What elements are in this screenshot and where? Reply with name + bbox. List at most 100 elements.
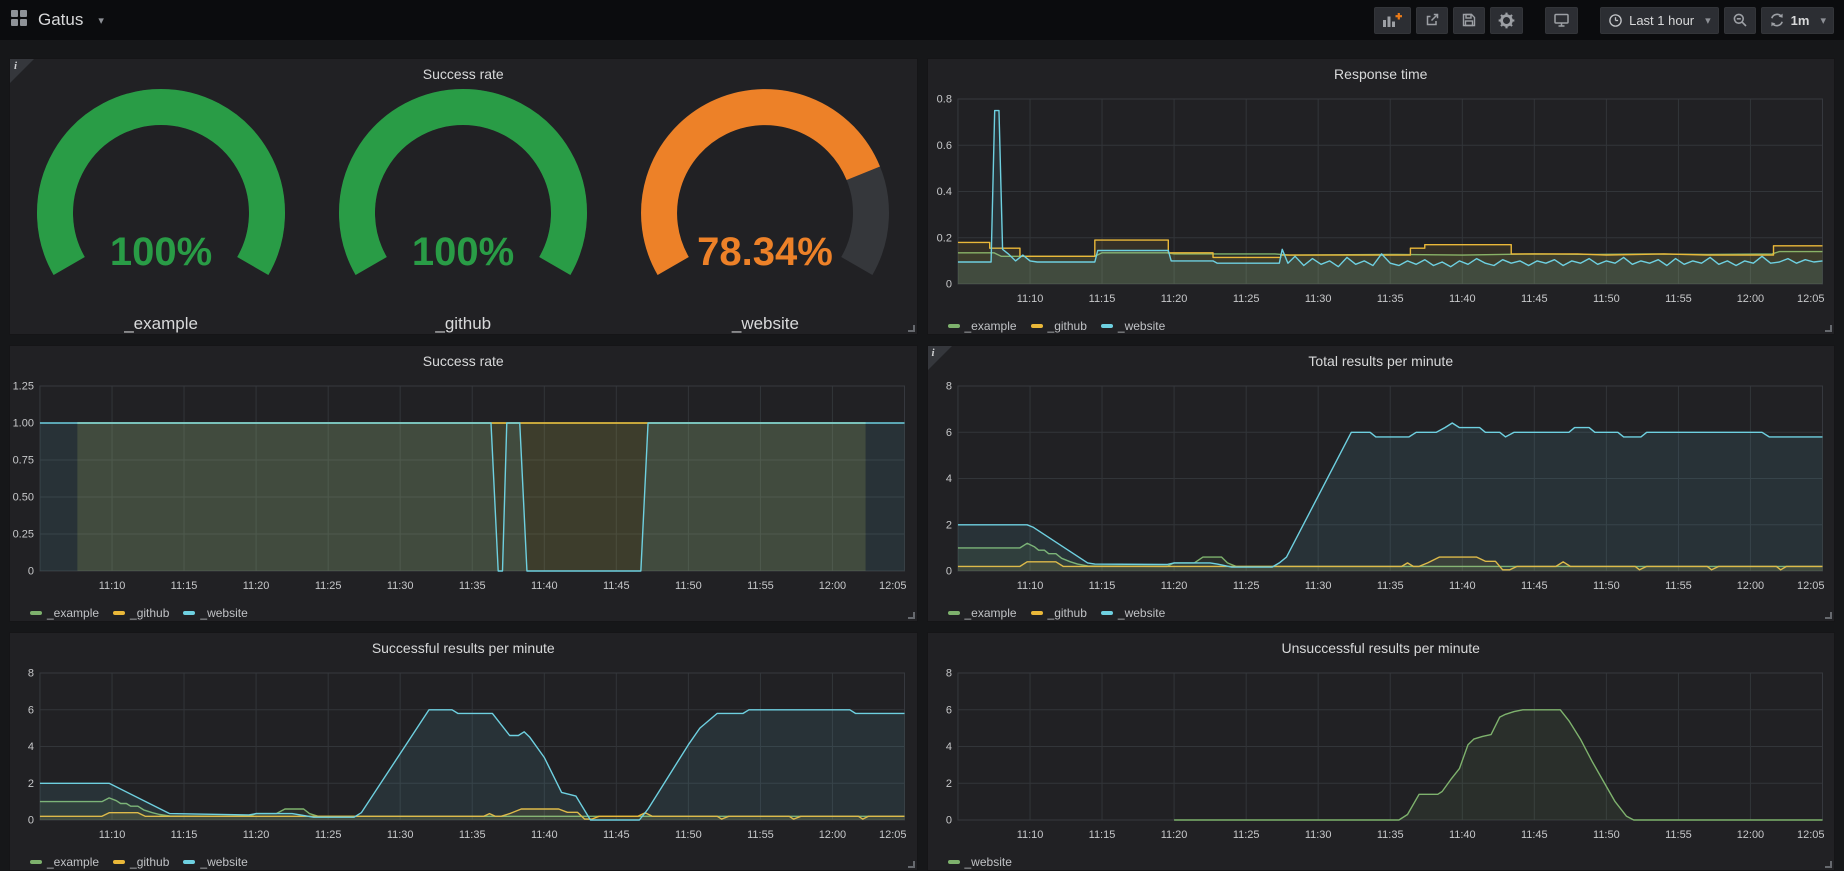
panel-info-icon[interactable]: i (10, 59, 34, 83)
share-icon (1424, 12, 1440, 28)
share-button[interactable] (1416, 7, 1448, 34)
successful-results-chart[interactable]: 0246811:1011:1511:2011:2511:3011:3511:40… (10, 663, 917, 851)
legend-item[interactable]: _github (1031, 606, 1087, 620)
gauge-example: 100% _example (10, 89, 312, 333)
gauge-row: 100% _example 100% _github 78.34% _websi… (10, 89, 917, 333)
panel-unsuccessful-results: Unsuccessful results per minute 0246811:… (927, 632, 1836, 871)
legend-item[interactable]: _example (30, 855, 99, 869)
svg-text:4: 4 (945, 741, 951, 753)
svg-text:11:15: 11:15 (1088, 829, 1115, 841)
svg-text:8: 8 (945, 667, 951, 679)
panel-resize-handle[interactable] (1825, 612, 1832, 619)
svg-text:0: 0 (28, 814, 34, 826)
svg-text:6: 6 (945, 427, 951, 439)
svg-text:0.50: 0.50 (13, 491, 34, 503)
svg-text:12:05: 12:05 (1797, 293, 1824, 305)
svg-text:11:10: 11:10 (1016, 293, 1043, 305)
svg-text:11:25: 11:25 (315, 580, 342, 592)
panel-resize-handle[interactable] (1825, 325, 1832, 332)
panel-resize-handle[interactable] (908, 612, 915, 619)
zoom-out-button[interactable] (1724, 7, 1756, 34)
svg-text:11:15: 11:15 (1088, 580, 1115, 592)
svg-text:1.25: 1.25 (13, 380, 34, 392)
legend-item[interactable]: _github (113, 855, 169, 869)
svg-text:12:00: 12:00 (1736, 580, 1763, 592)
panel-title[interactable]: Success rate (10, 346, 917, 376)
svg-text:11:45: 11:45 (1520, 580, 1547, 592)
legend-swatch (1101, 324, 1113, 328)
svg-text:11:15: 11:15 (171, 580, 198, 592)
legend-swatch (30, 860, 42, 864)
refresh-interval-label: 1m (1791, 13, 1810, 28)
legend-item[interactable]: _website (948, 855, 1012, 869)
svg-text:11:20: 11:20 (1160, 580, 1187, 592)
svg-text:11:30: 11:30 (387, 829, 414, 841)
total-results-chart[interactable]: 0246811:1011:1511:2011:2511:3011:3511:40… (928, 376, 1835, 602)
gauge-value: 100% (412, 230, 514, 274)
dashboard-grid-icon[interactable] (10, 9, 28, 32)
zoom-out-icon (1732, 12, 1748, 28)
success-rate-chart[interactable]: 00.250.500.751.001.2511:1011:1511:2011:2… (10, 376, 917, 602)
legend-label: _github (130, 606, 169, 620)
legend-item[interactable]: _example (30, 606, 99, 620)
panel-success-rate-gauges: i Success rate 100% _example 100% _githu… (9, 58, 918, 335)
svg-text:11:45: 11:45 (1520, 293, 1547, 305)
save-button[interactable] (1453, 7, 1485, 34)
svg-text:0.75: 0.75 (13, 454, 34, 466)
cycle-view-button[interactable] (1545, 7, 1578, 34)
refresh-icon (1769, 12, 1785, 28)
svg-text:11:45: 11:45 (1520, 829, 1547, 841)
legend-label: _website (965, 855, 1012, 869)
svg-text:11:35: 11:35 (459, 829, 486, 841)
unsuccessful-results-chart[interactable]: 0246811:1011:1511:2011:2511:3011:3511:40… (928, 663, 1835, 851)
panel-resize-handle[interactable] (908, 861, 915, 868)
svg-text:11:45: 11:45 (603, 829, 630, 841)
legend-label: _example (965, 319, 1017, 333)
legend-item[interactable]: _example (948, 606, 1017, 620)
svg-text:2: 2 (28, 778, 34, 790)
legend-item[interactable]: _website (1101, 606, 1165, 620)
refresh-button[interactable]: 1m ▾ (1761, 7, 1834, 34)
panel-title[interactable]: Unsuccessful results per minute (928, 633, 1835, 663)
svg-text:11:55: 11:55 (1665, 580, 1692, 592)
svg-text:11:15: 11:15 (1088, 293, 1115, 305)
svg-text:11:25: 11:25 (315, 829, 342, 841)
panel-title[interactable]: Response time (928, 59, 1835, 89)
panel-resize-handle[interactable] (908, 325, 915, 332)
svg-text:0.4: 0.4 (936, 186, 951, 198)
legend-item[interactable]: _example (948, 319, 1017, 333)
legend-item[interactable]: _website (1101, 319, 1165, 333)
dashboard-title[interactable]: Gatus (38, 10, 83, 30)
settings-button[interactable] (1490, 7, 1523, 34)
time-range-label: Last 1 hour (1629, 13, 1694, 28)
legend-item[interactable]: _website (183, 606, 247, 620)
panel-resize-handle[interactable] (1825, 861, 1832, 868)
svg-text:11:40: 11:40 (1448, 580, 1475, 592)
legend-item[interactable]: _github (113, 606, 169, 620)
legend-swatch (183, 860, 195, 864)
svg-text:11:30: 11:30 (1304, 293, 1331, 305)
svg-text:0.8: 0.8 (936, 93, 951, 105)
time-range-button[interactable]: Last 1 hour ▾ (1600, 7, 1719, 34)
dashboard-caret-down-icon[interactable]: ▾ (98, 14, 104, 27)
response-time-chart[interactable]: 00.20.40.60.811:1011:1511:2011:2511:3011… (928, 89, 1835, 315)
legend-swatch (113, 860, 125, 864)
monitor-icon (1553, 12, 1570, 28)
svg-text:2: 2 (945, 519, 951, 531)
legend-label: _website (200, 855, 247, 869)
legend-item[interactable]: _github (1031, 319, 1087, 333)
legend-item[interactable]: _website (183, 855, 247, 869)
panel-title[interactable]: Total results per minute (928, 346, 1835, 376)
svg-text:2: 2 (945, 778, 951, 790)
svg-text:11:35: 11:35 (1376, 829, 1403, 841)
add-panel-button[interactable] (1374, 7, 1411, 34)
svg-text:11:25: 11:25 (1232, 829, 1259, 841)
gauge-label: _example (124, 314, 198, 334)
panel-title[interactable]: Successful results per minute (10, 633, 917, 663)
legend-swatch (183, 611, 195, 615)
legend-label: _website (200, 606, 247, 620)
panel-title[interactable]: Success rate (10, 59, 917, 89)
gauge-label: _website (732, 314, 799, 334)
svg-text:11:50: 11:50 (1593, 829, 1620, 841)
panel-info-icon[interactable]: i (928, 346, 952, 370)
